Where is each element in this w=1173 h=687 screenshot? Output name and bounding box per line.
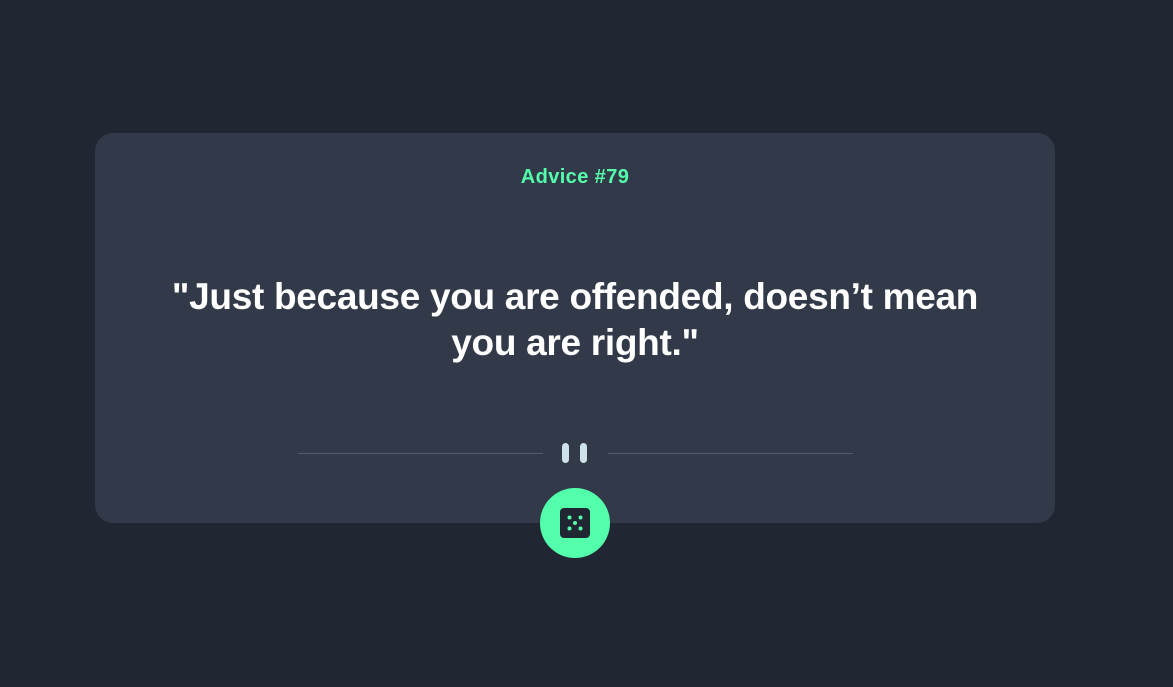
- divider-line-right: [608, 453, 853, 454]
- advice-id-label: Advice #79: [520, 166, 630, 188]
- advice-card: Advice #79 "Just because you are offende…: [95, 133, 1055, 523]
- divider-line-left: [298, 453, 543, 454]
- pause-icon: [562, 443, 588, 463]
- pattern-divider: [298, 441, 853, 465]
- advice-quote: "Just because you are offended, doesn’t …: [171, 276, 979, 363]
- generate-advice-button[interactable]: [540, 488, 610, 558]
- dice-icon: [560, 508, 590, 538]
